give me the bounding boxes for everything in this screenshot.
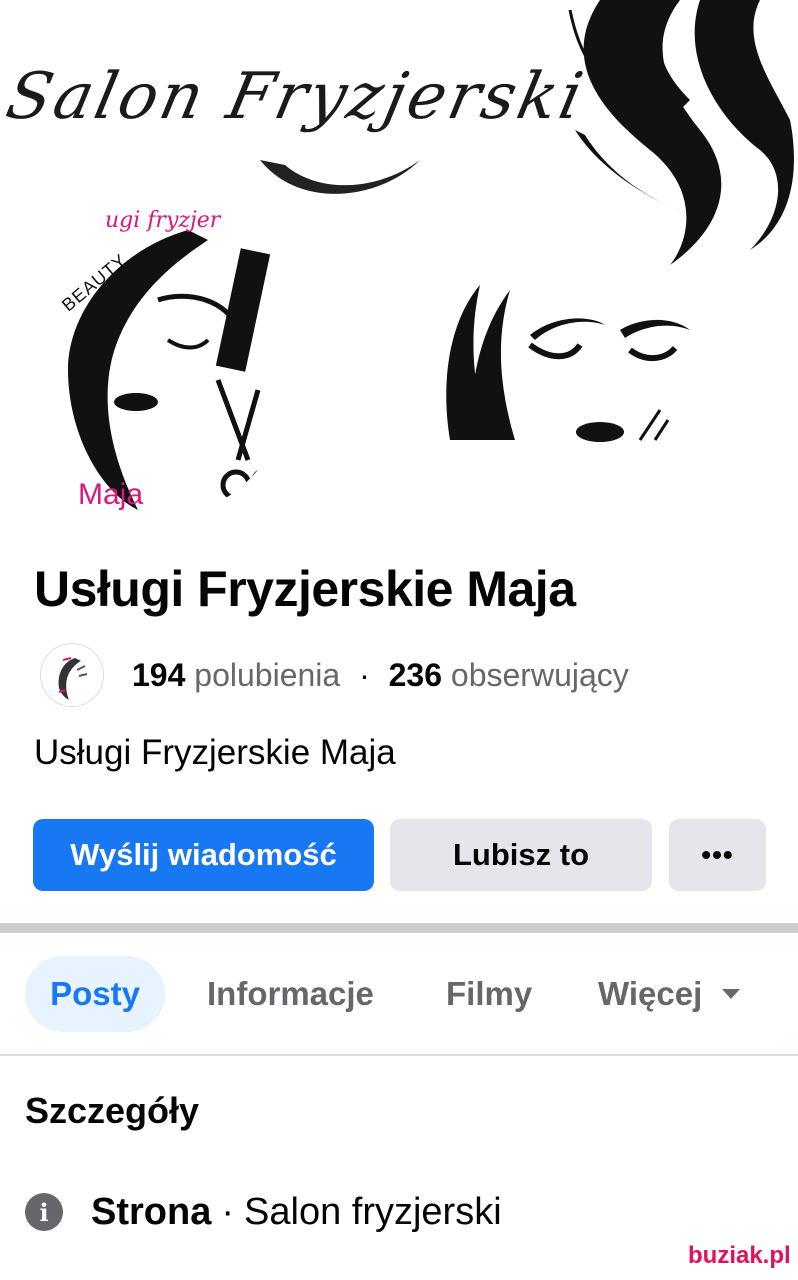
page-title: Usługi Fryzjerskie Maja (34, 561, 576, 617)
like-button[interactable]: Lubisz to (390, 819, 652, 891)
page-tabs: Posty Informacje Filmy Więcej (0, 956, 798, 1032)
info-icon: i (25, 1193, 63, 1231)
followers-count: 236 (388, 656, 443, 693)
category-separator: · (221, 1190, 235, 1233)
tab-info[interactable]: Informacje (207, 956, 374, 1032)
details-category-row: i Strona · Salon fryzjerski (25, 1188, 502, 1236)
details-heading: Szczegóły (25, 1090, 200, 1131)
logo-top-text: ugi fryzjer (105, 208, 221, 233)
category-value[interactable]: Salon fryzjerski (244, 1191, 502, 1234)
cover-photo[interactable]: Salon Fryzjerski ugi fryzjer BEAUTY Maja (0, 0, 798, 540)
cover-title: Salon Fryzjerski (0, 60, 592, 134)
category-key: Strona (91, 1190, 212, 1233)
tab-more-label: Więcej (598, 975, 703, 1012)
section-divider (0, 923, 798, 933)
stats-text: 194 polubienia · 236 obserwujący (132, 657, 629, 694)
more-dots-icon[interactable]: ••• (669, 819, 766, 891)
tabs-underline (0, 1054, 798, 1056)
logo-artwork (68, 230, 282, 510)
dropdown-caret-icon (722, 989, 741, 999)
send-message-button[interactable]: Wyślij wiadomość (33, 819, 374, 891)
followers-label: obserwujący (450, 656, 629, 693)
likes-label: polubienia (194, 656, 341, 693)
page-logo (38, 190, 298, 515)
stats-separator: · (359, 656, 370, 693)
tab-videos[interactable]: Filmy (446, 956, 532, 1032)
avatar-image (58, 657, 88, 700)
page-stats: 194 polubienia · 236 obserwujący (40, 643, 629, 707)
avatar[interactable] (40, 643, 104, 707)
page-description: Usługi Fryzjerskie Maja (34, 733, 396, 772)
tab-more[interactable]: Więcej (598, 956, 741, 1032)
watermark: buziak.pl (688, 1242, 791, 1269)
likes-count: 194 (132, 656, 186, 693)
tab-posts[interactable]: Posty (25, 956, 165, 1032)
logo-name: Maja (78, 478, 144, 511)
